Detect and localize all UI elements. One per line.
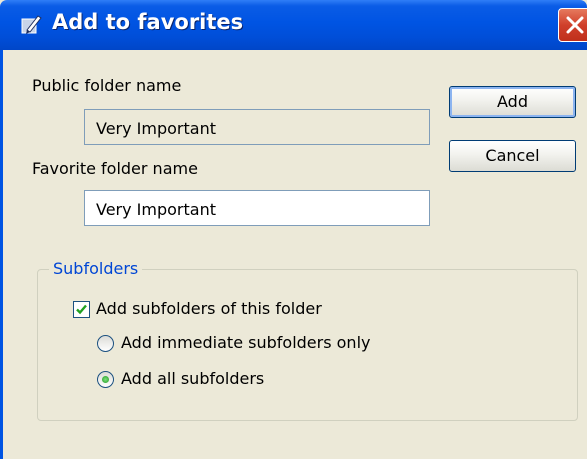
add-subfolders-label[interactable]: Add subfolders of this folder (96, 299, 322, 318)
radio-all-label[interactable]: Add all subfolders (121, 369, 264, 388)
dialog-body: Public folder name Very Important Favori… (0, 50, 583, 459)
favorites-pen-icon (20, 13, 42, 35)
cancel-button[interactable]: Cancel (449, 140, 576, 172)
favorite-folder-label: Favorite folder name (32, 159, 198, 178)
radio-immediate-subfolders[interactable] (97, 335, 114, 352)
add-to-favorites-dialog: Add to favorites Public folder name Very… (0, 0, 587, 459)
radio-all-subfolders[interactable] (97, 371, 114, 388)
radio-immediate-label[interactable]: Add immediate subfolders only (121, 333, 370, 352)
public-folder-label: Public folder name (32, 76, 182, 95)
dialog-title: Add to favorites (52, 10, 244, 34)
close-button[interactable] (558, 8, 587, 42)
subfolders-legend: Subfolders (49, 259, 143, 278)
title-bar[interactable]: Add to favorites (0, 0, 587, 50)
favorite-folder-input[interactable]: Very Important (84, 190, 430, 226)
radio-selected-indicator (102, 376, 109, 383)
public-folder-field: Very Important (84, 109, 430, 145)
add-subfolders-checkbox[interactable] (73, 301, 90, 318)
add-button[interactable]: Add (449, 86, 576, 118)
